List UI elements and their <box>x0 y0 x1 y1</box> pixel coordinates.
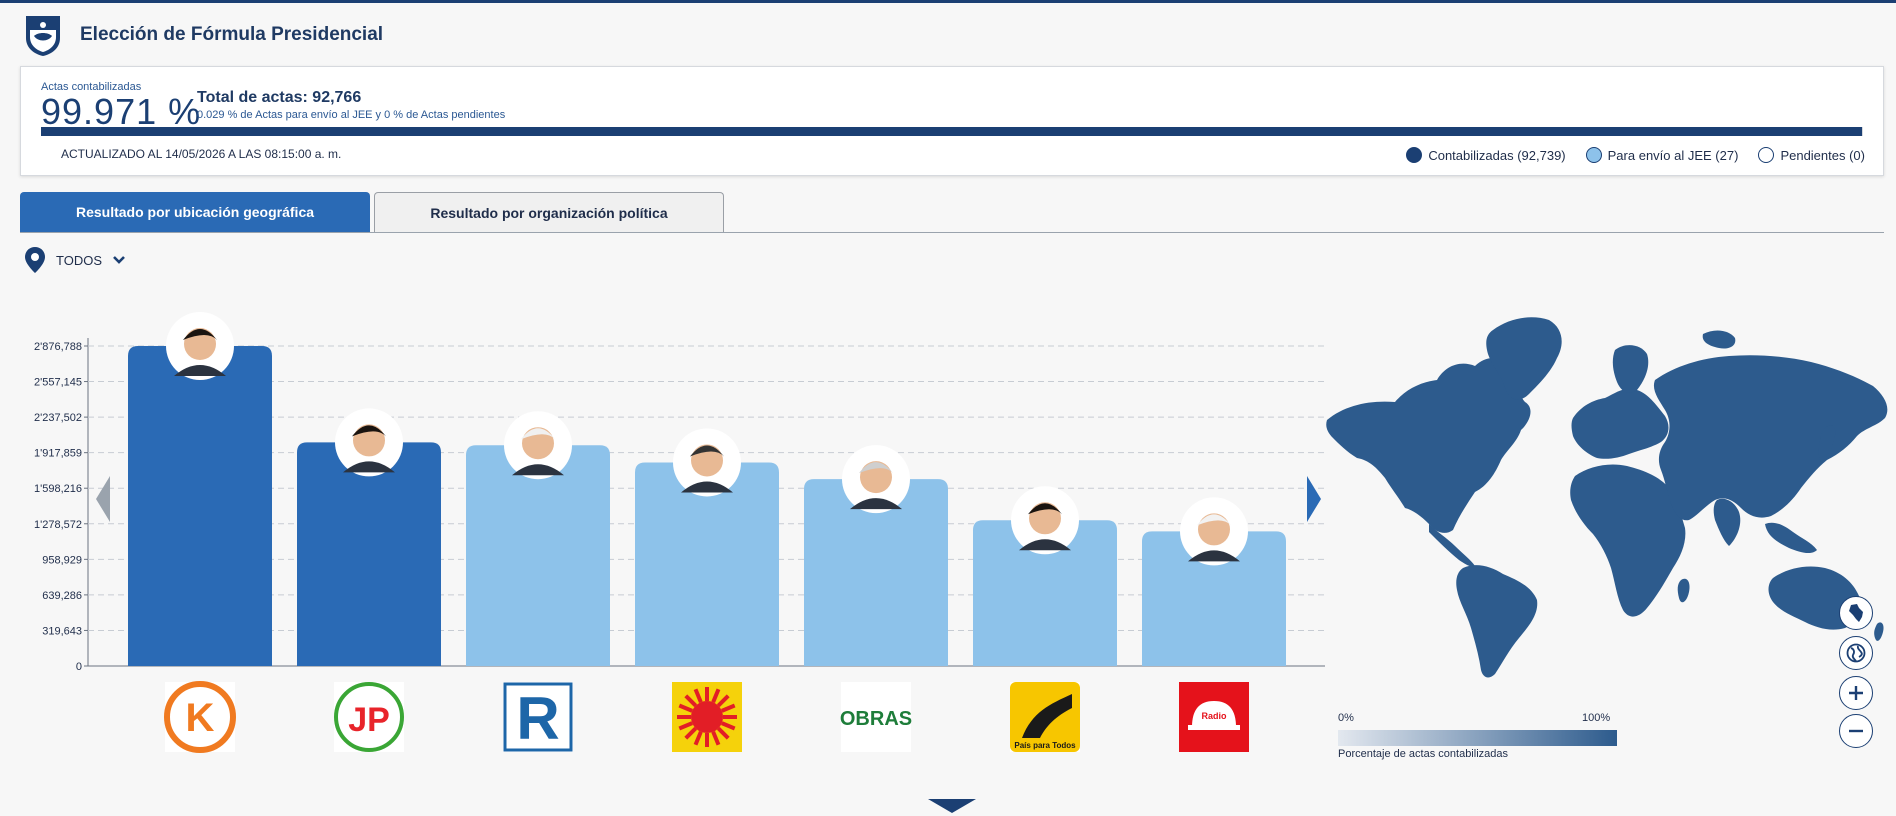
candidate-avatar[interactable] <box>504 411 572 480</box>
y-tick-label: 1'917,859 <box>34 448 82 460</box>
map-region-asia[interactable] <box>1653 355 1888 521</box>
party-logo-2[interactable]: R <box>503 682 573 752</box>
candidate-avatar[interactable] <box>166 312 234 380</box>
chevron-down-icon[interactable] <box>112 255 126 265</box>
scale-gradient-bar <box>1338 730 1617 746</box>
national-emblem-icon <box>26 16 60 56</box>
map-region-southeast-asia[interactable] <box>1765 522 1817 554</box>
tab-ubicacion-geografica[interactable]: Resultado por ubicación geográfica <box>20 192 370 232</box>
zoom-out-icon <box>1849 729 1863 733</box>
party-logo-4[interactable]: OBRAS <box>840 682 912 752</box>
logo-word: OBRAS <box>840 708 912 730</box>
legend-dot-icon <box>1758 147 1775 163</box>
actas-subtext: 0.029 % de Actas para envío al JEE y 0 %… <box>197 109 506 121</box>
y-tick-label: 2'557,145 <box>34 377 82 389</box>
peru-view-button[interactable] <box>1839 596 1873 630</box>
location-pin-icon <box>25 247 45 273</box>
logo-caption: País para Todos <box>1014 741 1076 750</box>
actas-progress-bar <box>41 127 1863 136</box>
party-logo-3[interactable] <box>672 682 742 752</box>
legend-dot-icon <box>1406 147 1423 163</box>
map-region-madagascar[interactable] <box>1677 578 1690 603</box>
candidate-avatar[interactable] <box>1011 486 1079 555</box>
bar-0[interactable] <box>128 346 272 666</box>
legend-item-contabilizadas: Contabilizadas (92,739) <box>1406 147 1566 163</box>
legend-item-jee: Para envío al JEE (27) <box>1585 147 1738 163</box>
updated-timestamp: ACTUALIZADO AL 14/05/2026 A LAS 08:15:00… <box>61 147 342 161</box>
chart-next-arrow[interactable] <box>1305 474 1323 524</box>
legend-dot-icon <box>1585 147 1602 163</box>
zoom-in-icon <box>1849 686 1863 700</box>
globe-icon <box>1846 643 1866 663</box>
candidate-avatar[interactable] <box>1180 497 1248 566</box>
results-bar-chart: 0 319,643 639,286 958,929 1'278,572 1'598,216… <box>34 312 1325 753</box>
map-region-arctic-islands[interactable] <box>1702 330 1736 349</box>
summary-panel: Actas contabilizadas 99.971 % Total de a… <box>20 66 1884 176</box>
progress-legend: Contabilizadas (92,739) Para envío al JE… <box>1406 147 1865 163</box>
world-view-button[interactable] <box>1839 636 1873 670</box>
result-tabs: Resultado por ubicación geográfica Resul… <box>20 192 724 232</box>
party-logo-5[interactable]: País para Todos <box>1010 682 1080 752</box>
scroll-down-arrow[interactable] <box>926 798 978 814</box>
legend-item-pendientes: Pendientes (0) <box>1758 147 1865 163</box>
party-logo-6[interactable]: Radio <box>1179 682 1249 752</box>
zoom-in-button[interactable] <box>1839 676 1873 710</box>
map-region-south-america[interactable] <box>1456 565 1538 678</box>
y-tick-label: 0 <box>76 661 82 673</box>
tab-divider <box>20 232 1884 233</box>
page-header: Elección de Fórmula Presidencial <box>20 10 383 60</box>
chart-prev-arrow[interactable] <box>94 474 112 524</box>
peru-icon <box>1849 604 1863 622</box>
y-tick-label: 2'876,788 <box>34 341 82 353</box>
map-region-india[interactable] <box>1713 498 1741 546</box>
y-tick-label: 319,643 <box>42 625 82 637</box>
location-filter[interactable]: TODOS <box>24 246 126 274</box>
party-logo-1[interactable]: JP <box>334 682 404 752</box>
sun-icon <box>691 701 723 733</box>
tab-organizacion-politica[interactable]: Resultado por organización política <box>374 192 724 232</box>
helmet-brim <box>1188 725 1240 730</box>
map-region-europe[interactable] <box>1571 388 1669 459</box>
total-actas: Total de actas: 92,766 <box>197 89 362 106</box>
map-region-new-zealand[interactable] <box>1874 622 1884 641</box>
candidate-avatar[interactable] <box>335 408 403 477</box>
candidate-avatar[interactable] <box>842 445 910 514</box>
top-accent-line <box>0 0 1896 3</box>
y-tick-label: 1'278,572 <box>34 519 82 531</box>
party-logo-0[interactable]: K <box>164 681 236 753</box>
zoom-out-button[interactable] <box>1839 714 1873 748</box>
scale-caption: Porcentaje de actas contabilizadas <box>1338 748 1508 760</box>
world-map[interactable] <box>1325 310 1895 680</box>
y-tick-label: 958,929 <box>42 554 82 566</box>
location-filter-value: TODOS <box>56 252 102 268</box>
logo-letter: K <box>186 696 215 740</box>
page-title: Elección de Fórmula Presidencial <box>80 24 384 45</box>
map-region-scandinavia[interactable] <box>1612 345 1649 393</box>
y-tick-label: 1'598,216 <box>34 483 82 495</box>
y-tick-label: 639,286 <box>42 590 82 602</box>
logo-letter: R <box>516 685 559 752</box>
scale-max-label: 100% <box>1582 712 1611 724</box>
logo-word: Radio <box>1201 711 1227 721</box>
map-region-north-america[interactable] <box>1326 357 1531 533</box>
logo-letters: JP <box>348 701 390 739</box>
scale-min-label: 0% <box>1338 712 1354 724</box>
actas-progress-fill <box>41 127 1863 136</box>
y-tick-label: 2'237,502 <box>34 412 82 424</box>
candidate-avatar[interactable] <box>673 428 741 497</box>
